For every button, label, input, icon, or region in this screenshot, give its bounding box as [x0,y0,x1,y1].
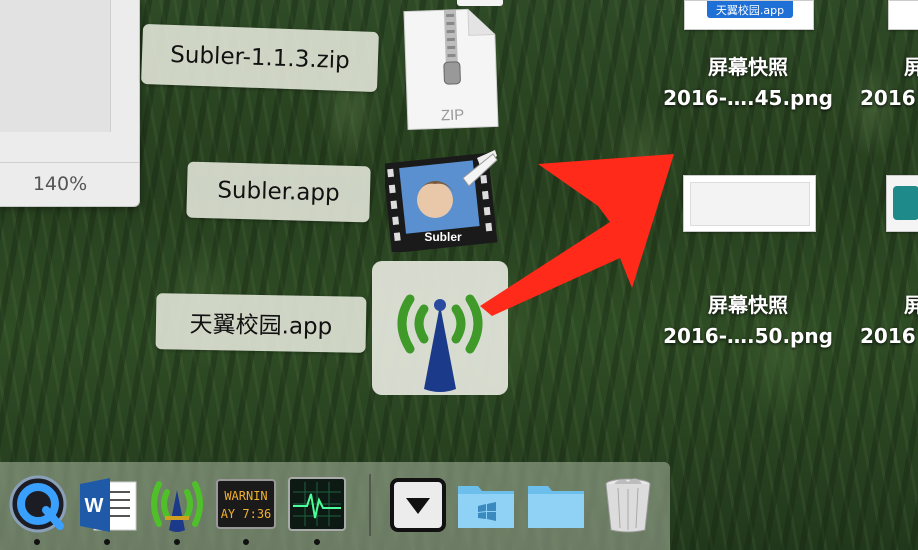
trash-icon[interactable] [598,474,658,534]
screenshot-thumbnail[interactable] [683,175,816,232]
running-indicator [174,539,180,545]
svg-text:WARNIN: WARNIN [224,489,267,503]
running-indicator [104,539,110,545]
file-label[interactable]: 屏幕快照 2016-….50.png [656,290,840,352]
running-indicator [243,539,249,545]
word-icon[interactable]: W [78,474,138,534]
zip-file-icon[interactable]: ZIP [402,6,500,131]
svg-text:AY 7:36: AY 7:36 [221,507,272,521]
downloads-stack-icon[interactable] [388,474,448,534]
file-label[interactable]: 屏 2016 [860,52,918,114]
preview-canvas [0,0,111,132]
svg-text:ZIP: ZIP [441,107,465,125]
dock-separator [369,474,371,536]
drag-label-zip: Subler-1.1.3.zip [141,23,379,93]
drag-label-wifi-app: 天翼校园.app [155,293,367,353]
file-thumbnail[interactable] [888,0,918,30]
running-indicator [34,539,40,545]
preview-window[interactable]: 140% [0,0,140,207]
applications-folder-icon[interactable] [456,474,516,534]
console-icon[interactable]: WARNIN AY 7:36 [216,474,276,534]
zoom-level: 140% [32,173,88,195]
folder-icon[interactable] [526,474,586,534]
thumbnail-title: 天翼校园.app [707,1,793,18]
file-thumbnail[interactable] [886,175,918,232]
wifi-app-icon[interactable] [147,474,207,534]
quicktime-icon[interactable] [8,474,68,534]
running-indicator [314,539,320,545]
divider [0,162,139,163]
file-icon-fragment [457,0,503,6]
file-label[interactable]: 屏幕快照 2016-….45.png [656,52,840,114]
svg-text:Subler: Subler [424,230,462,244]
drag-label-subler: Subler.app [186,161,371,223]
svg-text:W: W [85,495,104,517]
file-label[interactable]: 屏 2016 [860,290,918,352]
red-arrow-annotation [480,154,674,316]
screenshot-thumbnail[interactable]: 天翼校园.app [684,0,814,30]
activity-monitor-icon[interactable] [287,474,347,534]
dialog-preview [690,182,810,226]
